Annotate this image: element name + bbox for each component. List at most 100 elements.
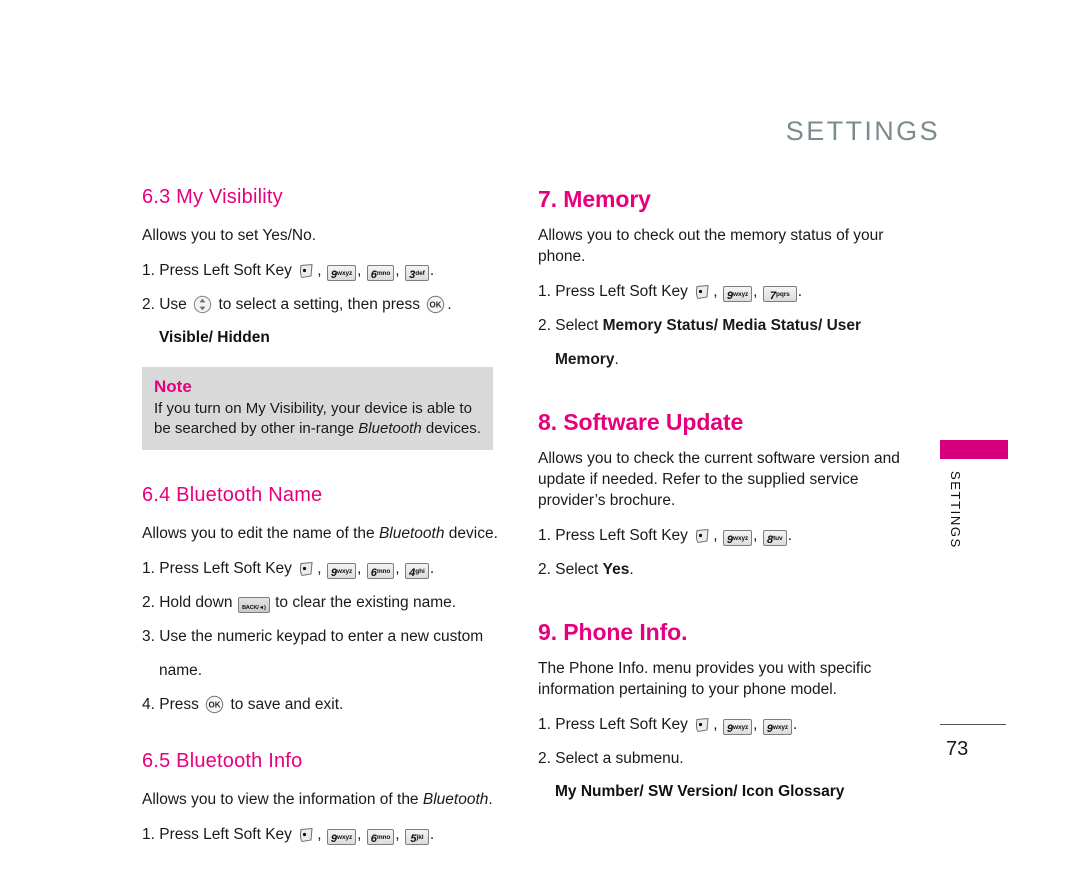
step-option-bold: Memory Status/ Media Status/ User: [602, 317, 862, 334]
intro-pre: Allows you to edit the name of the: [142, 525, 379, 542]
manual-page: SETTINGS 6.3 My Visibility Allows you to…: [0, 0, 1080, 888]
left-soft-key-icon: [298, 263, 315, 279]
step-text: 2. Use: [142, 296, 187, 313]
keycap-9: 9wxyz: [722, 286, 753, 302]
keycap-letters: wxyz: [732, 535, 749, 542]
intro-line-2: update if needed. Refer to the supplied …: [538, 471, 859, 488]
keycap-4: 4ghi: [404, 563, 429, 579]
section-6-4-step-1: 1. Press Left Soft Key , 9wxyz, 6mno, 4g…: [142, 557, 514, 580]
section-6-3-intro: Allows you to set Yes/No.: [142, 227, 317, 244]
page-number: 73: [946, 738, 969, 760]
step-text: 1. Press Left Soft Key: [142, 560, 292, 577]
intro-line-2: information pertaining to your phone mod…: [538, 681, 837, 698]
intro-pre: Allows you to view the information of th…: [142, 791, 423, 808]
keycap-letters: pqrs: [775, 291, 790, 298]
heading-6-3-my-visibility: 6.3 My Visibility: [142, 186, 283, 208]
section-9-step-1: 1. Press Left Soft Key , 9wxyz, 9wxyz.: [538, 713, 910, 736]
note-line-2-pre: be searched by other in-range: [154, 420, 359, 437]
note-line-2-italic: Bluetooth: [358, 420, 422, 437]
ok-key-icon: OK: [205, 695, 224, 714]
section-6-4-intro: Allows you to edit the name of the Bluet…: [142, 523, 514, 544]
keycap-9-second: 9wxyz: [762, 719, 793, 735]
keycap-9: 9wxyz: [326, 829, 357, 845]
back-key-label: BACK/: [241, 605, 259, 611]
step-text: 1. Press Left Soft Key: [142, 826, 292, 843]
keycap-letters: wxyz: [732, 724, 749, 731]
side-tab-label: SETTINGS: [948, 471, 963, 549]
keycap-letters: mno: [376, 270, 391, 277]
ok-key-icon: OK: [426, 295, 445, 314]
comma: ,: [357, 262, 362, 279]
keycap-6: 6mno: [366, 265, 395, 281]
left-soft-key-icon: [298, 827, 315, 843]
step-option-bold: Yes: [602, 561, 630, 578]
heading-9-phone-info: 9. Phone Info.: [538, 619, 688, 645]
period: .: [447, 296, 452, 313]
step-text: 1. Press Left Soft Key: [538, 527, 688, 544]
intro-line-3: provider’s brochure.: [538, 492, 676, 509]
period: .: [787, 527, 793, 544]
section-6-3-step-2: 2. Use to select a setting, then press O…: [142, 293, 514, 316]
left-soft-key-icon: [694, 717, 711, 733]
period: .: [429, 826, 435, 843]
heading-7-memory: 7. Memory: [538, 186, 651, 212]
note-line-1: If you turn on My Visibility, your devic…: [154, 400, 472, 417]
step-text: 3. Use the numeric keypad to enter a new…: [142, 628, 484, 645]
navigation-updown-key-icon: [193, 295, 212, 314]
keycap-9: 9wxyz: [326, 265, 357, 281]
left-soft-key-icon: [694, 528, 711, 544]
page-footer: 73: [940, 724, 1010, 761]
comma: ,: [753, 527, 758, 544]
section-6-5-step-1: 1. Press Left Soft Key , 9wxyz, 6mno, 5j…: [142, 823, 514, 846]
section-7-intro: Allows you to check out the memory statu…: [538, 225, 910, 267]
comma: ,: [317, 560, 322, 577]
comma: ,: [713, 283, 718, 300]
section-6-4-step-3-cont: name.: [159, 662, 203, 679]
side-tab: SETTINGS: [940, 440, 1010, 557]
section-6-4-step-4: 4. Press OK to save and exit.: [142, 693, 514, 716]
keycap-9: 9wxyz: [722, 530, 753, 546]
keycap-letters: def: [415, 270, 425, 277]
keycap-6: 6mno: [366, 829, 395, 845]
step-text: 2. Select: [538, 561, 603, 578]
period: .: [429, 262, 435, 279]
back-key-icon: BACK/◄): [237, 597, 270, 613]
note-title: Note: [154, 377, 192, 396]
keycap-letters: ghi: [415, 568, 425, 575]
section-6-5-intro: Allows you to view the information of th…: [142, 789, 514, 810]
back-key-glyph: ◄): [258, 605, 266, 611]
step-text: 4. Press: [142, 696, 199, 713]
comma: ,: [395, 826, 400, 843]
left-soft-key-icon: [298, 561, 315, 577]
step-text: to save and exit.: [230, 696, 344, 713]
intro-italic: Bluetooth: [422, 791, 489, 808]
keycap-letters: tuv: [773, 535, 783, 542]
section-6-3-options: Visible/ Hidden: [159, 329, 270, 346]
intro-italic: Bluetooth: [378, 525, 445, 542]
keycap-letters: mno: [376, 568, 391, 575]
step-text: 1. Press Left Soft Key: [142, 262, 292, 279]
step-option-bold-cont: Memory: [555, 351, 615, 368]
comma: ,: [713, 527, 718, 544]
note-body: If you turn on My Visibility, your devic…: [154, 399, 481, 439]
period: .: [429, 560, 435, 577]
keycap-letters: jkl: [416, 834, 424, 841]
keycap-9: 9wxyz: [326, 563, 357, 579]
section-7-step-1: 1. Press Left Soft Key , 9wxyz, 7pqrs.: [538, 280, 910, 303]
keycap-letters: wxyz: [336, 834, 353, 841]
step-text: to select a setting, then press: [218, 296, 421, 313]
section-8-step-2: 2. Select Yes.: [538, 558, 910, 581]
section-7-step-2: 2. Select Memory Status/ Media Status/ U…: [538, 314, 910, 337]
keycap-7: 7pqrs: [762, 286, 797, 302]
section-6-4-step-2: 2. Hold down BACK/◄) to clear the existi…: [142, 591, 514, 614]
comma: ,: [395, 560, 400, 577]
keycap-letters: wxyz: [732, 291, 749, 298]
section-6-3-step-1: 1. Press Left Soft Key , 9wxyz, 6mno, 3d…: [142, 259, 514, 282]
intro-post: .: [488, 791, 493, 808]
comma: ,: [357, 560, 362, 577]
comma: ,: [753, 716, 758, 733]
heading-6-5-bluetooth-info: 6.5 Bluetooth Info: [142, 750, 303, 772]
heading-8-software-update: 8. Software Update: [538, 409, 744, 435]
step-text: to clear the existing name.: [275, 594, 457, 611]
section-9-intro: The Phone Info. menu provides you with s…: [538, 658, 910, 700]
